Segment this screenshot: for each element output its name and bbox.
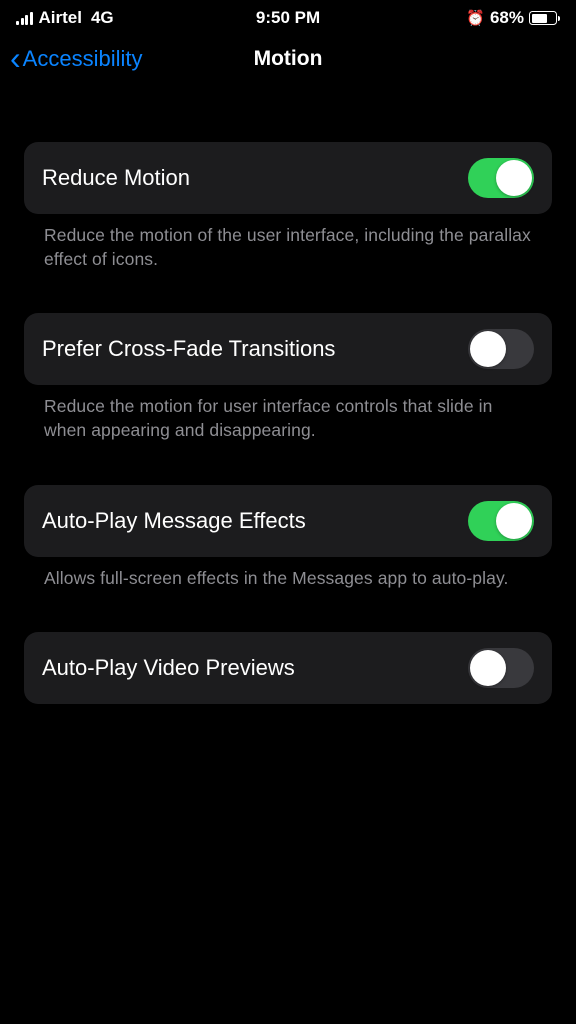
status-bar: Airtel 4G 9:50 PM ⏰ 68% — [0, 0, 576, 32]
alarm-icon: ⏰ — [466, 9, 485, 27]
status-right: ⏰ 68% — [466, 8, 560, 28]
toggle-knob — [496, 503, 532, 539]
battery-fill — [532, 14, 548, 23]
toggle-knob — [470, 650, 506, 686]
toggle-auto-play-video-previews[interactable] — [468, 648, 534, 688]
status-time: 9:50 PM — [256, 8, 320, 28]
toggle-prefer-cross-fade[interactable] — [468, 329, 534, 369]
setting-label: Reduce Motion — [42, 165, 190, 191]
signal-icon — [16, 12, 33, 25]
toggle-knob — [470, 331, 506, 367]
navigation-bar: ‹ Accessibility Motion — [0, 32, 576, 92]
carrier-label: Airtel — [39, 8, 82, 28]
battery-icon — [529, 11, 560, 25]
setting-prefer-cross-fade: Prefer Cross-Fade Transitions — [24, 313, 552, 385]
back-label: Accessibility — [23, 46, 143, 72]
setting-desc: Reduce the motion for user interface con… — [24, 385, 552, 442]
toggle-reduce-motion[interactable] — [468, 158, 534, 198]
settings-content: Reduce Motion Reduce the motion of the u… — [0, 92, 576, 704]
battery-percent: 68% — [490, 8, 524, 28]
setting-desc: Reduce the motion of the user interface,… — [24, 214, 552, 271]
setting-reduce-motion: Reduce Motion — [24, 142, 552, 214]
setting-label: Auto-Play Video Previews — [42, 655, 295, 681]
network-label: 4G — [91, 8, 114, 28]
page-title: Motion — [254, 47, 323, 71]
chevron-left-icon: ‹ — [10, 49, 21, 68]
toggle-auto-play-message-effects[interactable] — [468, 501, 534, 541]
back-button[interactable]: ‹ Accessibility — [10, 46, 142, 72]
setting-auto-play-message-effects: Auto-Play Message Effects — [24, 485, 552, 557]
toggle-knob — [496, 160, 532, 196]
setting-desc: Allows full-screen effects in the Messag… — [24, 557, 552, 591]
setting-auto-play-video-previews: Auto-Play Video Previews — [24, 632, 552, 704]
setting-label: Prefer Cross-Fade Transitions — [42, 336, 335, 362]
status-left: Airtel 4G — [16, 8, 114, 28]
setting-label: Auto-Play Message Effects — [42, 508, 306, 534]
